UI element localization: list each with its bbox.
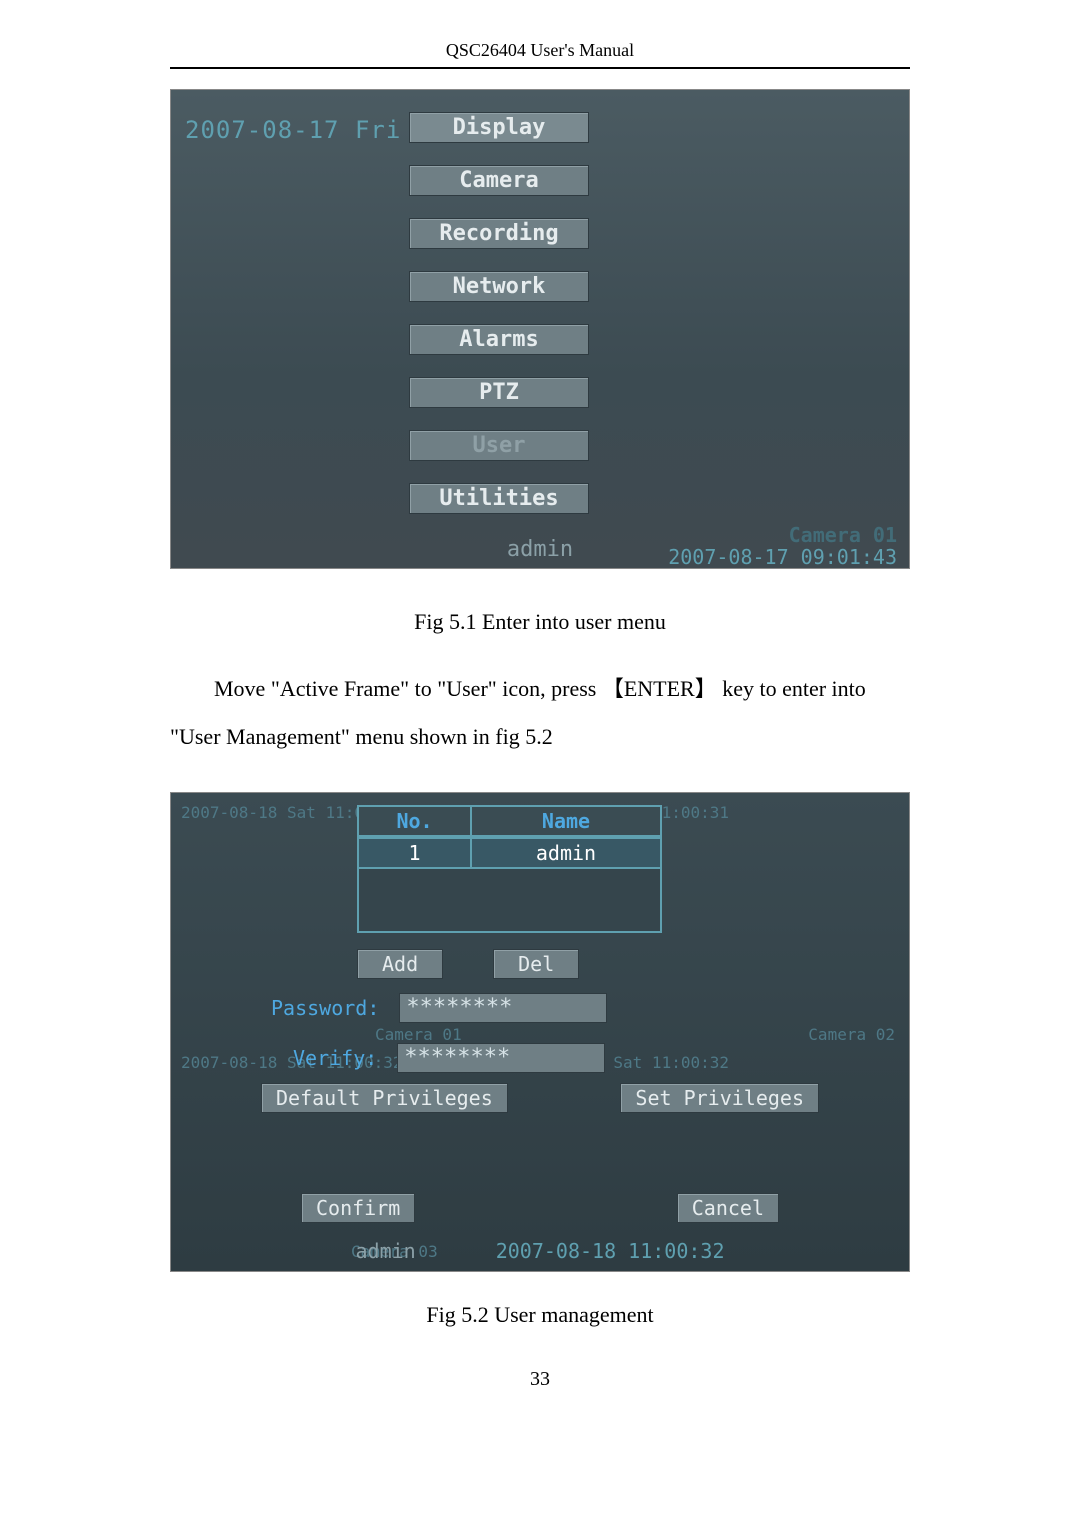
col-no: No. (357, 805, 472, 837)
password-label: Password: (271, 996, 379, 1020)
status-corner: Camera 01 2007-08-17 09:01:43 (668, 524, 897, 568)
privileges-row: Default Privileges Set Privileges (261, 1083, 819, 1113)
cell-no: 1 (357, 837, 472, 869)
fig52-caption: Fig 5.2 User management (170, 1302, 910, 1328)
menu-utilities[interactable]: Utilities (409, 483, 589, 514)
fig51-screenshot: 2007-08-17 Fri 09:01:43 Display Camera R… (170, 89, 910, 569)
add-del-row: Add Del (357, 949, 579, 979)
confirm-button[interactable]: Confirm (301, 1193, 415, 1223)
empty-rows (357, 869, 662, 933)
camera-label: Camera 01 (668, 524, 897, 546)
status-user: admin (356, 1239, 416, 1263)
quad-cam-r: Camera 02 (808, 1025, 895, 1044)
menu-alarms[interactable]: Alarms (409, 324, 589, 355)
page-header: QSC26404 User's Manual (170, 40, 910, 69)
table-row[interactable]: 1 admin (357, 837, 662, 869)
del-button[interactable]: Del (493, 949, 579, 979)
verify-label: Verify: (293, 1046, 377, 1070)
menu-ptz[interactable]: PTZ (409, 377, 589, 408)
menu-user[interactable]: User (409, 430, 589, 461)
set-privileges-button[interactable]: Set Privileges (620, 1083, 819, 1113)
user-table: No. Name 1 admin (357, 805, 662, 933)
paragraph: Move "Active Frame" to "User" icon, pres… (170, 665, 910, 762)
add-button[interactable]: Add (357, 949, 443, 979)
status-bar: admin 2007-08-18 11:00:32 (171, 1239, 909, 1263)
fig52-screenshot: 2007-08-18 Sat 11:00:31 2007-08-18 Sat 1… (170, 792, 910, 1272)
menu-camera[interactable]: Camera (409, 165, 589, 196)
current-user: admin (507, 537, 573, 562)
main-menu: Display Camera Recording Network Alarms … (409, 112, 589, 536)
menu-display[interactable]: Display (409, 112, 589, 143)
cell-name: admin (470, 837, 662, 869)
default-privileges-button[interactable]: Default Privileges (261, 1083, 508, 1113)
status-clock: 2007-08-18 11:00:32 (496, 1239, 725, 1263)
cancel-button[interactable]: Cancel (677, 1193, 779, 1223)
page-number: 33 (170, 1368, 910, 1391)
menu-network[interactable]: Network (409, 271, 589, 302)
quad-cam-l: Camera 01 (375, 1025, 462, 1044)
confirm-cancel-row: Confirm Cancel (301, 1193, 779, 1223)
verify-field[interactable]: ******** (397, 1043, 605, 1073)
corner-clock: 2007-08-17 09:01:43 (668, 546, 897, 568)
col-name: Name (470, 805, 662, 837)
menu-recording[interactable]: Recording (409, 218, 589, 249)
fig51-caption: Fig 5.1 Enter into user menu (170, 609, 910, 635)
password-field[interactable]: ******** (399, 993, 607, 1023)
